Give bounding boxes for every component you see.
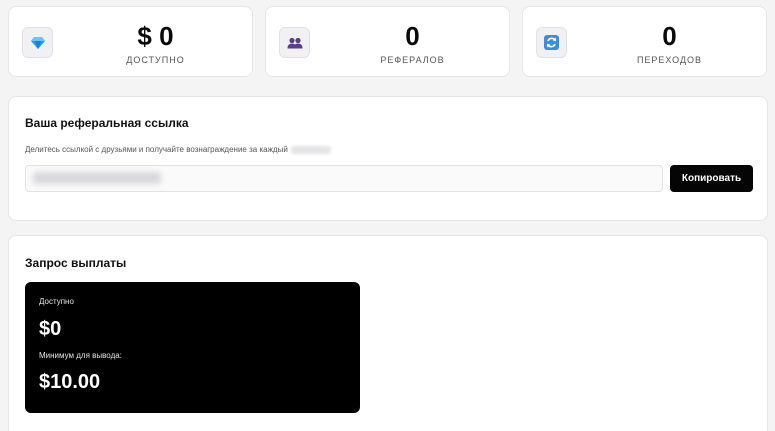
- minimum-withdrawal-value: $10.00: [39, 371, 101, 393]
- gem-icon: [22, 27, 53, 58]
- payout-title: Запрос выплаты: [25, 256, 127, 270]
- refresh-icon: [536, 27, 567, 58]
- referral-description-text: Делитесь ссылкой с друзьями и получайте …: [25, 145, 288, 154]
- copy-button[interactable]: Копировать: [670, 165, 753, 192]
- payout-panel: Запрос выплаты Доступно $0 Минимум для в…: [8, 235, 768, 431]
- referral-link-title: Ваша реферальная ссылка: [25, 116, 189, 130]
- stat-card-referrals: 0 РЕФЕРАЛОВ: [265, 6, 510, 77]
- users-icon: [279, 27, 310, 58]
- available-label: ДОСТУПНО: [126, 55, 185, 65]
- visits-count: 0: [662, 21, 677, 51]
- redacted-text: [290, 145, 331, 154]
- balance-card: Доступно $0 Минимум для вывода: $10.00: [25, 282, 360, 413]
- redacted-link: [33, 172, 161, 184]
- referral-link-panel: Ваша реферальная ссылка Делитесь ссылкой…: [8, 96, 768, 221]
- minimum-withdrawal-label: Минимум для вывода:: [39, 351, 122, 360]
- referral-link-description: Делитесь ссылкой с друзьями и получайте …: [25, 145, 331, 154]
- available-amount: $ 0: [137, 21, 174, 51]
- visits-label: ПЕРЕХОДОВ: [636, 55, 703, 65]
- stat-card-available: $ 0 ДОСТУПНО: [8, 6, 253, 77]
- stat-card-visits: 0 ПЕРЕХОДОВ: [522, 6, 767, 77]
- referrals-count: 0: [405, 21, 420, 51]
- available-balance-label: Доступно: [39, 297, 74, 306]
- available-balance-value: $0: [39, 318, 62, 340]
- referrals-label: РЕФЕРАЛОВ: [380, 55, 445, 65]
